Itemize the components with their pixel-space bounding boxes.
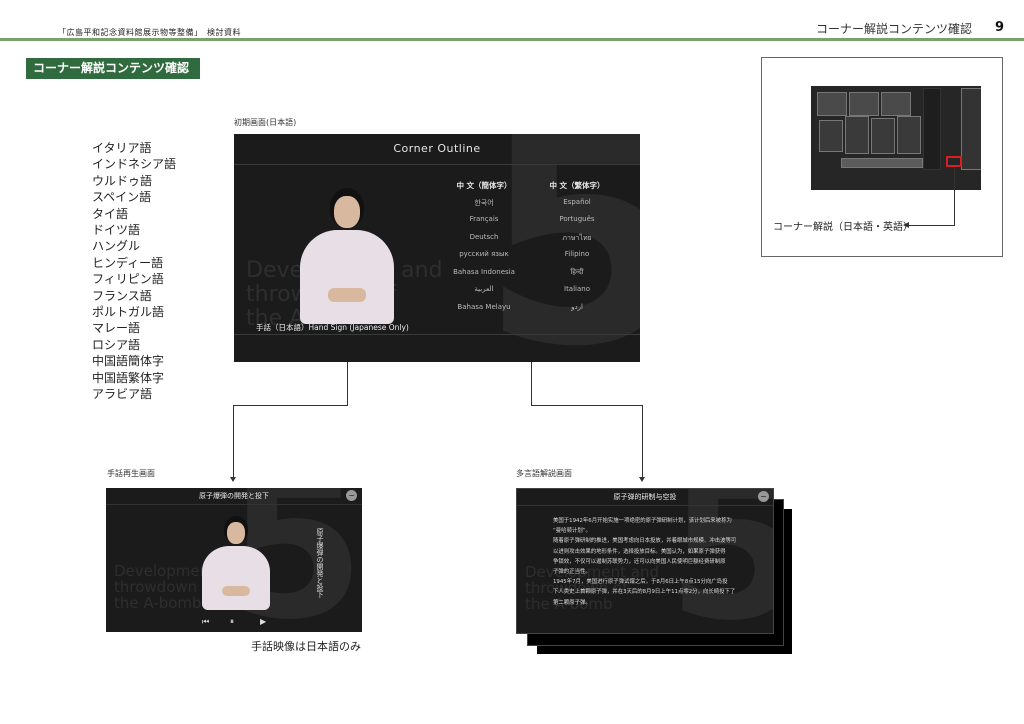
connector-left-drop: [233, 405, 234, 478]
language-option[interactable]: Español: [537, 198, 617, 216]
main-screen-image: 5 Development and throwdown of the A-bom…: [234, 134, 640, 362]
language-option[interactable]: العربية: [444, 285, 524, 303]
multi-screen-title: 原子弹的研制与空投: [613, 493, 677, 501]
main-screen-divider: [234, 334, 640, 335]
language-item: フィリピン語: [92, 272, 164, 287]
header-divider: [0, 38, 1024, 41]
language-item: フランス語: [92, 288, 152, 303]
language-item: マレー語: [92, 321, 141, 336]
body-line: 1945年7月，美国进行原子弹试爆之后，于8月6日上午8点15分向广岛投: [553, 579, 728, 586]
hand-sign-button[interactable]: 手話（日本語）Hand Sign (Japanese Only): [256, 322, 409, 333]
language-option[interactable]: हिन्दी: [537, 268, 617, 286]
language-item: 中国語繁体字: [92, 370, 165, 385]
body-line: “曼哈顿计划”。: [553, 528, 591, 535]
language-option[interactable]: 한국어: [444, 198, 524, 216]
playback-controls: ⏮ ⏸ ▶: [106, 614, 362, 632]
connector-right-drop: [642, 405, 643, 478]
language-item: ヒンディー語: [92, 255, 164, 270]
language-option[interactable]: русский язык: [444, 250, 524, 268]
sign-screen-caption: 手話映像は日本語のみ: [251, 640, 361, 653]
thumbnail-connector-vertical: [954, 167, 955, 226]
language-option[interactable]: Bahasa Indonesia: [444, 268, 524, 286]
body-line: 子弹的正当性。: [553, 569, 591, 576]
multi-screen-body: 美国于1942年6月开始实施一项绝密的原子弹研制计划，该计划后来被称为 “曼哈顿计…: [553, 516, 753, 608]
main-screen-label: 初期画面(日本語): [234, 118, 297, 127]
close-icon[interactable]: −: [346, 490, 357, 501]
language-item: アラビア語: [92, 387, 153, 402]
language-item: ウルドゥ語: [92, 173, 153, 188]
language-column-b[interactable]: 中 文（繁体字） Español Português ภาษาไทย Filipino ह…: [537, 180, 617, 320]
language-item: タイ語: [92, 206, 129, 221]
multilingual-screen: 5 Development and throwdown of the A-bom…: [516, 488, 774, 634]
language-option[interactable]: Italiano: [537, 285, 617, 303]
sign-language-presenter: [196, 514, 276, 614]
header-section-title: コーナー解説コンテンツ確認: [815, 22, 972, 36]
connector-left-down: [347, 362, 348, 406]
sign-language-presenter: [292, 184, 402, 334]
main-screen-title: Corner Outline: [393, 142, 481, 155]
close-icon[interactable]: −: [758, 491, 769, 502]
language-option[interactable]: Filipino: [537, 250, 617, 268]
language-option[interactable]: 中 文（繁体字）: [537, 180, 617, 198]
body-line: 以进则攻击效果的地形条件，选择投放目标。美国认为，如果原子弹获得: [553, 548, 726, 555]
thumbnail-label: コーナー解説（日本語・英語）: [773, 222, 913, 233]
language-item: ドイツ語: [92, 223, 141, 238]
next-icon[interactable]: ▶: [260, 617, 266, 626]
connector-right-down: [531, 362, 532, 406]
language-option[interactable]: ภาษาไทย: [537, 233, 617, 251]
language-option[interactable]: Português: [537, 215, 617, 233]
background-english-line-3: the A-bomb: [114, 594, 202, 612]
section-title-badge: コーナー解説コンテンツ確認: [26, 58, 200, 79]
thumbnail-connector-horizontal: [908, 225, 954, 226]
language-option[interactable]: Français: [444, 215, 524, 233]
arrow-down-icon: [639, 477, 645, 482]
sign-vertical-title: 原子爆弾の開発と投下: [316, 528, 324, 598]
connector-right-horizontal: [531, 405, 643, 406]
body-line: 第二颗原子弹。: [553, 599, 591, 606]
language-option[interactable]: Deutsch: [444, 233, 524, 251]
language-option[interactable]: 中 文（簡体字）: [444, 180, 524, 198]
sign-playback-screen: 5 Development and throwdown of the A-bom…: [106, 488, 362, 632]
language-option[interactable]: اردو: [537, 303, 617, 321]
body-line: 随着原子弹研制的推进，美国考虑向日本投放，并着眼城市规模、冲击波等可: [553, 538, 737, 545]
language-list: イタリア語インドネシア語 ウルドゥ語スペイン語 タイ語ドイツ語 ハングル ヒンディー語フ…: [92, 140, 176, 403]
page-number: 9: [994, 20, 1004, 35]
header-document-title: 「広島平和記念資料館展示物等整備」 検討資料: [58, 28, 241, 37]
arrow-down-icon: [230, 477, 236, 482]
language-item: イタリア語: [92, 141, 152, 155]
language-item: ロシア語: [92, 337, 141, 352]
corner-panel-highlight: [946, 156, 962, 167]
language-item: スペイン語: [92, 190, 152, 205]
multi-screen-label: 多言語解説画面: [516, 469, 572, 478]
corner-exhibit-photo: [811, 86, 981, 190]
language-item: ポルトガル語: [92, 305, 165, 320]
language-column-a[interactable]: 中 文（簡体字） 한국어 Français Deutsch русский язык Ba…: [444, 180, 524, 320]
body-line: 下人类史上首颗原子弹，并在3天后的8月9日上午11点零2分，向长崎投下了: [553, 589, 736, 596]
sign-screen-title: 原子爆弾の開発と投下: [199, 492, 269, 500]
language-item: インドネシア語: [92, 157, 177, 172]
language-item: ハングル: [92, 239, 141, 254]
body-line: 争锁效，不仅可以遏制苏联势力，还可以向美国人民使明巨额经费研制原: [553, 558, 726, 565]
language-item: 中国語簡体字: [92, 354, 165, 369]
sign-screen-label: 手話再生画面: [107, 469, 155, 478]
pause-icon[interactable]: ⏸: [230, 617, 234, 627]
language-option[interactable]: Bahasa Melayu: [444, 303, 524, 321]
prev-icon[interactable]: ⏮: [202, 617, 209, 627]
connector-left-horizontal: [233, 405, 348, 406]
body-line: 美国于1942年6月开始实施一项绝密的原子弹研制计划，该计划后来被称为: [553, 518, 732, 524]
